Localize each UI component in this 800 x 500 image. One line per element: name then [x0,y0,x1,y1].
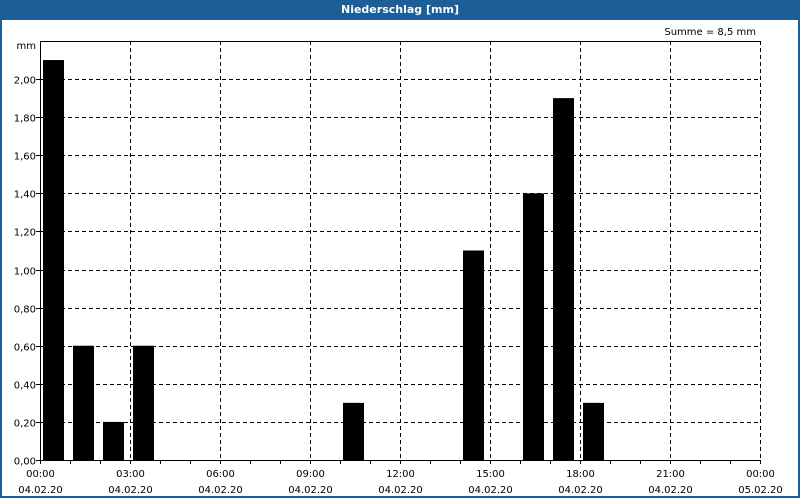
bar-hour-18 [583,402,604,460]
x-tick-date: 04.02.20 [288,485,333,496]
x-tick-time: 21:00 [656,469,685,480]
x-tick-time: 03:00 [116,469,145,480]
y-tick-label: 1,20 [14,228,36,239]
x-tick-time: 00:00 [26,469,55,480]
bar-hour-17 [553,98,574,461]
x-tick-time: 18:00 [566,469,595,480]
x-tick-date: 04.02.20 [648,485,693,496]
y-tick-label: 1,40 [14,190,36,201]
bar-hour-3 [133,345,154,460]
sum-annotation: Summe = 8,5 mm [664,27,756,38]
y-tick-label: 1,80 [14,114,36,125]
bar-hour-16 [523,193,544,460]
y-tick-label: 0,60 [14,343,36,354]
x-tick-time: 15:00 [476,469,505,480]
y-tick-label: 2,00 [14,76,36,87]
y-tick-label: 1,00 [14,267,36,278]
precipitation-chart: Summe = 8,5 mm mm 0,00 0,20 0,40 0,60 0,80 1,… [14,27,783,496]
x-tick-date: 04.02.20 [18,485,63,496]
y-tick-label: 0,00 [14,457,36,468]
bar-hour-0 [43,60,64,460]
x-tick-date: 04.02.20 [468,485,513,496]
bar-hour-14 [463,250,484,460]
y-tick-label: 0,80 [14,305,36,316]
x-tick-date: 04.02.20 [378,485,423,496]
y-tick-label: 0,40 [14,381,36,392]
y-tick-label: 1,60 [14,152,36,163]
x-tick-time: 00:00 [746,469,775,480]
x-tick-time: 09:00 [296,469,325,480]
x-tick-date: 04.02.20 [108,485,153,496]
bar-hour-2 [103,421,124,460]
x-tick-time: 12:00 [386,469,415,480]
bar-hour-1 [73,345,94,460]
y-axis-unit: mm [17,41,36,52]
y-tick-label: 0,20 [14,419,36,430]
bar-hour-10 [343,402,364,460]
x-tick-date: 04.02.20 [198,485,243,496]
x-tick-date: 04.02.20 [558,485,603,496]
x-tick-date: 05.02.20 [738,485,783,496]
x-tick-time: 06:00 [206,469,235,480]
